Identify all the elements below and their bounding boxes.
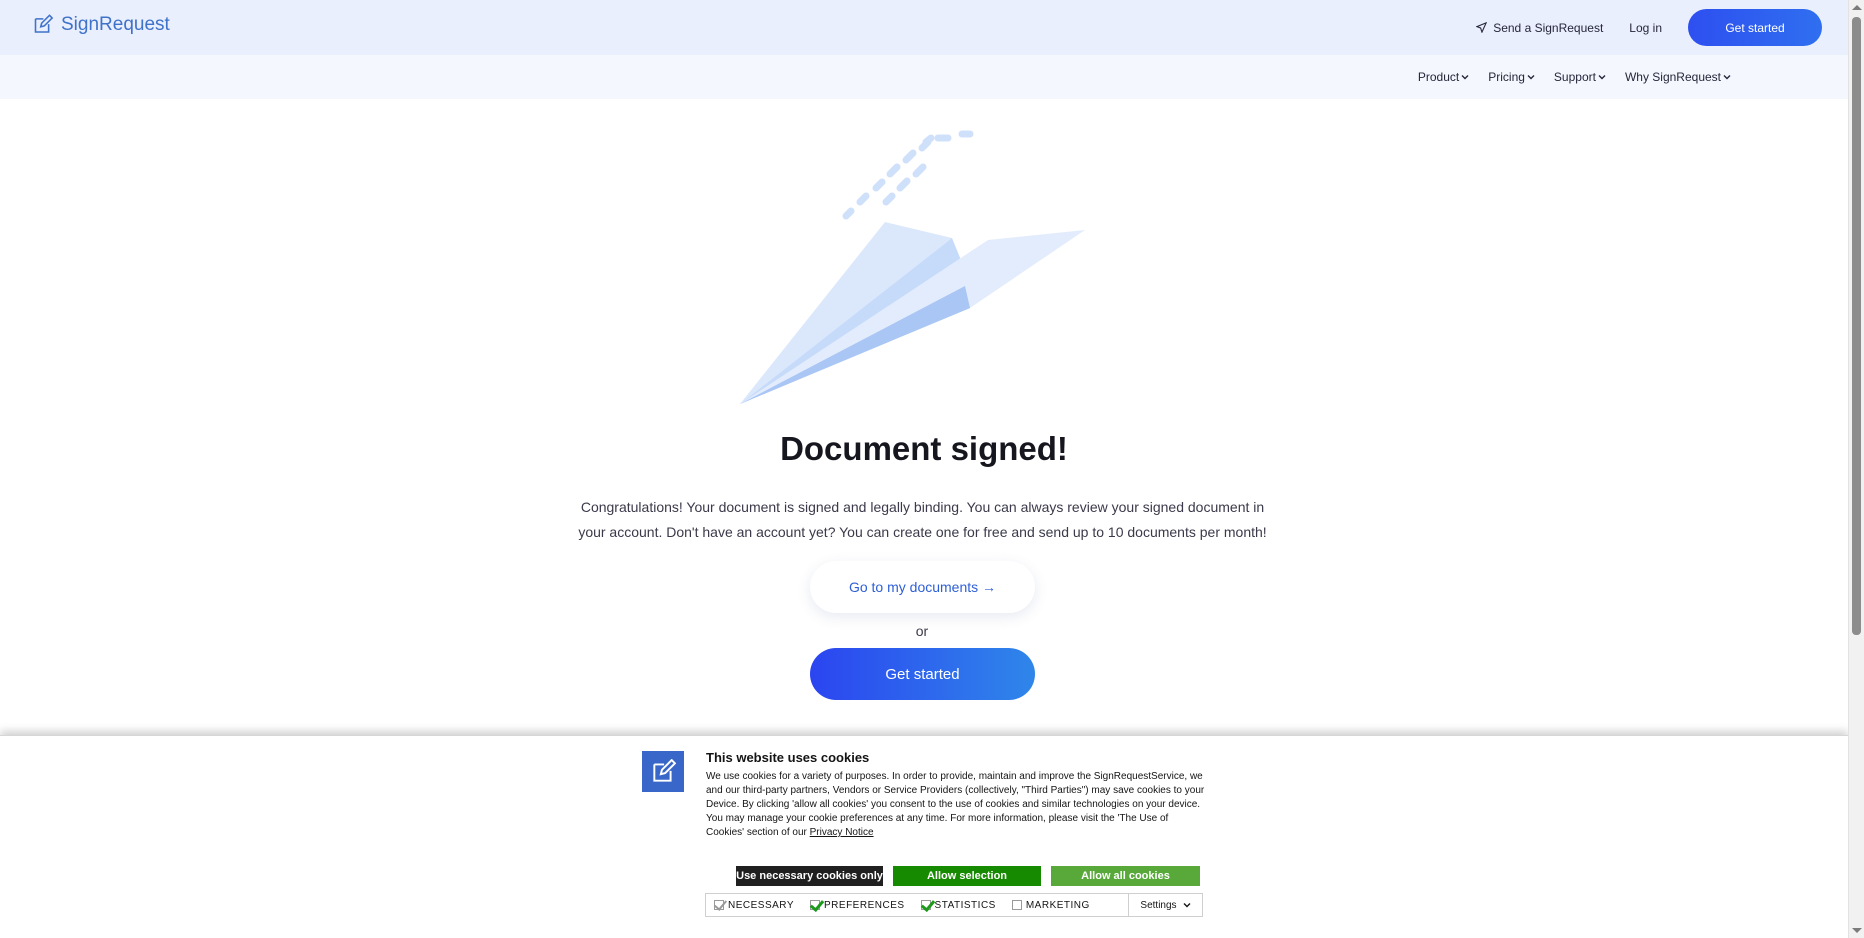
necessary-checkbox bbox=[714, 900, 724, 910]
page-title: Document signed! bbox=[780, 430, 1068, 467]
scrollbar-thumb[interactable] bbox=[1852, 17, 1861, 635]
brand-name: SignRequest bbox=[61, 14, 170, 35]
cookie-description-text: We use cookies for a variety of purposes… bbox=[706, 771, 1205, 838]
nav-item-product[interactable]: Product bbox=[1418, 70, 1469, 84]
nav-item-label: Why SignRequest bbox=[1624, 70, 1721, 84]
go-to-documents-button[interactable]: Go to my documents → bbox=[810, 561, 1035, 613]
scroll-up-arrow-icon[interactable] bbox=[1852, 5, 1862, 10]
get-started-header-button[interactable]: Get started bbox=[1688, 9, 1822, 46]
toggle-label: PREFERENCES bbox=[824, 899, 905, 911]
chevron-down-icon bbox=[1598, 75, 1606, 80]
chevron-down-icon bbox=[1461, 75, 1469, 80]
paper-plane-icon bbox=[1476, 22, 1488, 33]
toggle-label: NECESSARY bbox=[728, 899, 795, 911]
edit-document-icon bbox=[34, 14, 53, 33]
toggle-necessary: NECESSARY bbox=[706, 900, 794, 911]
nav-item-support[interactable]: Support bbox=[1554, 70, 1606, 84]
toggle-statistics[interactable]: STATISTICS bbox=[913, 900, 996, 911]
top-header: SignRequest Send a SignRequest Log in Ge… bbox=[0, 0, 1848, 55]
toggle-preferences[interactable]: PREFERENCES bbox=[802, 900, 905, 911]
send-signrequest-label: Send a SignRequest bbox=[1493, 20, 1604, 35]
nav-item-pricing[interactable]: Pricing bbox=[1488, 70, 1535, 84]
scroll-down-arrow-icon[interactable] bbox=[1852, 928, 1862, 933]
sub-navigation: Product Pricing Support Why SignRequest bbox=[0, 55, 1848, 99]
brand-logo[interactable]: SignRequest bbox=[32, 14, 170, 36]
statistics-checkbox[interactable] bbox=[920, 900, 931, 910]
paper-plane-illustration bbox=[740, 130, 1085, 404]
chevron-down-icon bbox=[1527, 75, 1535, 80]
cookie-preferences: NECESSARY PREFERENCES STATISTICS MARKETI… bbox=[705, 893, 1203, 917]
toggle-label: MARKETING bbox=[1025, 899, 1090, 911]
chevron-down-icon bbox=[1183, 903, 1191, 908]
cookie-description: We use cookies for a variety of purposes… bbox=[706, 770, 1206, 840]
cookie-title: This website uses cookies bbox=[706, 750, 870, 765]
login-link[interactable]: Log in bbox=[1629, 21, 1662, 35]
or-separator: or bbox=[915, 623, 929, 639]
necessary-cookies-button[interactable]: Use necessary cookies only bbox=[736, 866, 883, 886]
edit-document-icon bbox=[653, 758, 676, 782]
page-scrollbar[interactable] bbox=[1848, 0, 1864, 938]
allow-selection-button[interactable]: Allow selection bbox=[893, 866, 1041, 886]
get-started-main-button[interactable]: Get started bbox=[810, 648, 1035, 700]
allow-all-cookies-button[interactable]: Allow all cookies bbox=[1051, 866, 1200, 886]
nav-item-label: Support bbox=[1553, 70, 1596, 84]
send-signrequest-link[interactable]: Send a SignRequest bbox=[1476, 21, 1603, 35]
toggle-label: STATISTICS bbox=[934, 899, 996, 911]
toggle-marketing[interactable]: MARKETING bbox=[1004, 900, 1090, 911]
nav-item-label: Pricing bbox=[1488, 70, 1525, 84]
nav-item-why-signrequest[interactable]: Why SignRequest bbox=[1625, 70, 1731, 84]
privacy-notice-link[interactable]: Privacy Notice bbox=[810, 827, 874, 838]
cookie-settings-dropdown[interactable]: Settings bbox=[1128, 894, 1202, 916]
cookie-consent-banner: This website uses cookies We use cookies… bbox=[0, 735, 1848, 938]
preferences-checkbox[interactable] bbox=[810, 900, 821, 910]
settings-label: Settings bbox=[1140, 899, 1177, 911]
confirmation-message: Congratulations! Your document is signed… bbox=[578, 499, 1267, 540]
nav-item-label: Product bbox=[1417, 70, 1460, 84]
chevron-down-icon bbox=[1723, 75, 1731, 80]
marketing-checkbox[interactable] bbox=[1011, 900, 1022, 910]
cookie-logo bbox=[642, 751, 684, 792]
